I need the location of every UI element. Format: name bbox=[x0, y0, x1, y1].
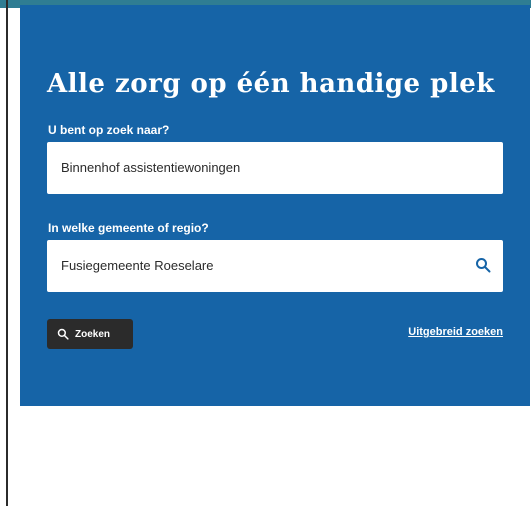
left-border bbox=[6, 0, 8, 506]
what-input-value: Binnenhof assistentiewoningen bbox=[61, 160, 241, 175]
search-icon bbox=[57, 328, 69, 340]
hero-title: Alle zorg op één handige plek bbox=[47, 69, 495, 99]
search-button[interactable]: Zoeken bbox=[47, 319, 133, 349]
search-hero: Alle zorg op één handige plek U bent op … bbox=[20, 5, 530, 406]
advanced-search-link[interactable]: Uitgebreid zoeken bbox=[408, 326, 503, 338]
where-input-value: Fusiegemeente Roeselare bbox=[61, 258, 214, 273]
where-label: In welke gemeente of regio? bbox=[48, 221, 209, 235]
search-icon[interactable] bbox=[475, 257, 491, 273]
what-input[interactable]: Binnenhof assistentiewoningen bbox=[47, 142, 503, 194]
where-input[interactable]: Fusiegemeente Roeselare bbox=[47, 240, 503, 292]
what-label: U bent op zoek naar? bbox=[48, 123, 170, 137]
search-button-label: Zoeken bbox=[75, 328, 111, 340]
page: Alle zorg op één handige plek U bent op … bbox=[0, 0, 531, 506]
